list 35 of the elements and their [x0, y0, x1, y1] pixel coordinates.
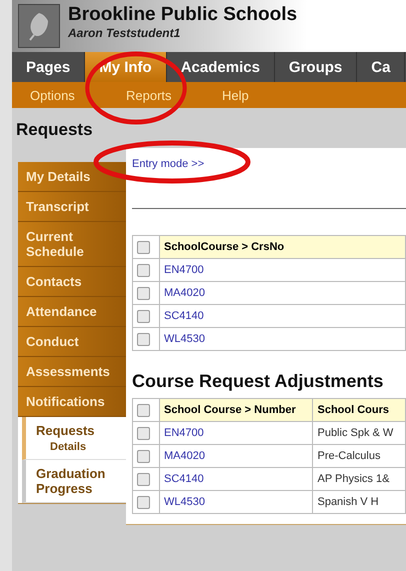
- checkbox[interactable]: [137, 240, 150, 254]
- course-link[interactable]: EN4700: [160, 258, 406, 282]
- entry-mode-link[interactable]: Entry mode >>: [132, 158, 204, 170]
- user-name: Aaron Teststudent1: [68, 26, 182, 40]
- course-link[interactable]: WL4530: [160, 328, 406, 350]
- table-cell: Pre-Calculus: [312, 444, 406, 468]
- course-link[interactable]: EN4700: [160, 422, 313, 444]
- column-header: SchoolCourse > CrsNo: [160, 236, 406, 258]
- course-link[interactable]: MA4020: [160, 282, 406, 304]
- course-link[interactable]: WL4530: [160, 490, 313, 514]
- table-cell: Public Spk & W: [312, 422, 406, 444]
- table-cell: Spanish V H: [312, 490, 406, 514]
- checkbox[interactable]: [137, 310, 150, 322]
- checkbox[interactable]: [137, 496, 150, 508]
- checkbox[interactable]: [137, 450, 150, 462]
- column-header: School Course > Number: [160, 398, 313, 422]
- school-title: Brookline Public Schools: [68, 4, 298, 26]
- page-title: Requests: [15, 119, 94, 141]
- checkbox[interactable]: [137, 426, 150, 440]
- sidebar-item[interactable]: Requests Details: [22, 417, 126, 460]
- checkbox[interactable]: [137, 264, 150, 276]
- checkbox[interactable]: [137, 286, 150, 300]
- sidebar-subitem[interactable]: Details: [36, 438, 120, 453]
- checkbox[interactable]: [137, 472, 150, 486]
- sidebar-item[interactable]: Graduation Progress: [22, 460, 126, 503]
- table-cell: AP Physics 1&: [312, 468, 406, 490]
- course-link[interactable]: SC4140: [160, 304, 406, 328]
- section-title: Course Request Adjustments: [132, 371, 384, 392]
- course-link[interactable]: MA4020: [160, 444, 313, 468]
- checkbox[interactable]: [137, 332, 150, 346]
- column-header: School Cours: [312, 398, 406, 422]
- course-link[interactable]: SC4140: [160, 468, 313, 490]
- checkbox[interactable]: [137, 404, 150, 416]
- leaf-logo-icon: [18, 4, 60, 48]
- sidebar-item-label: Requests: [36, 423, 95, 438]
